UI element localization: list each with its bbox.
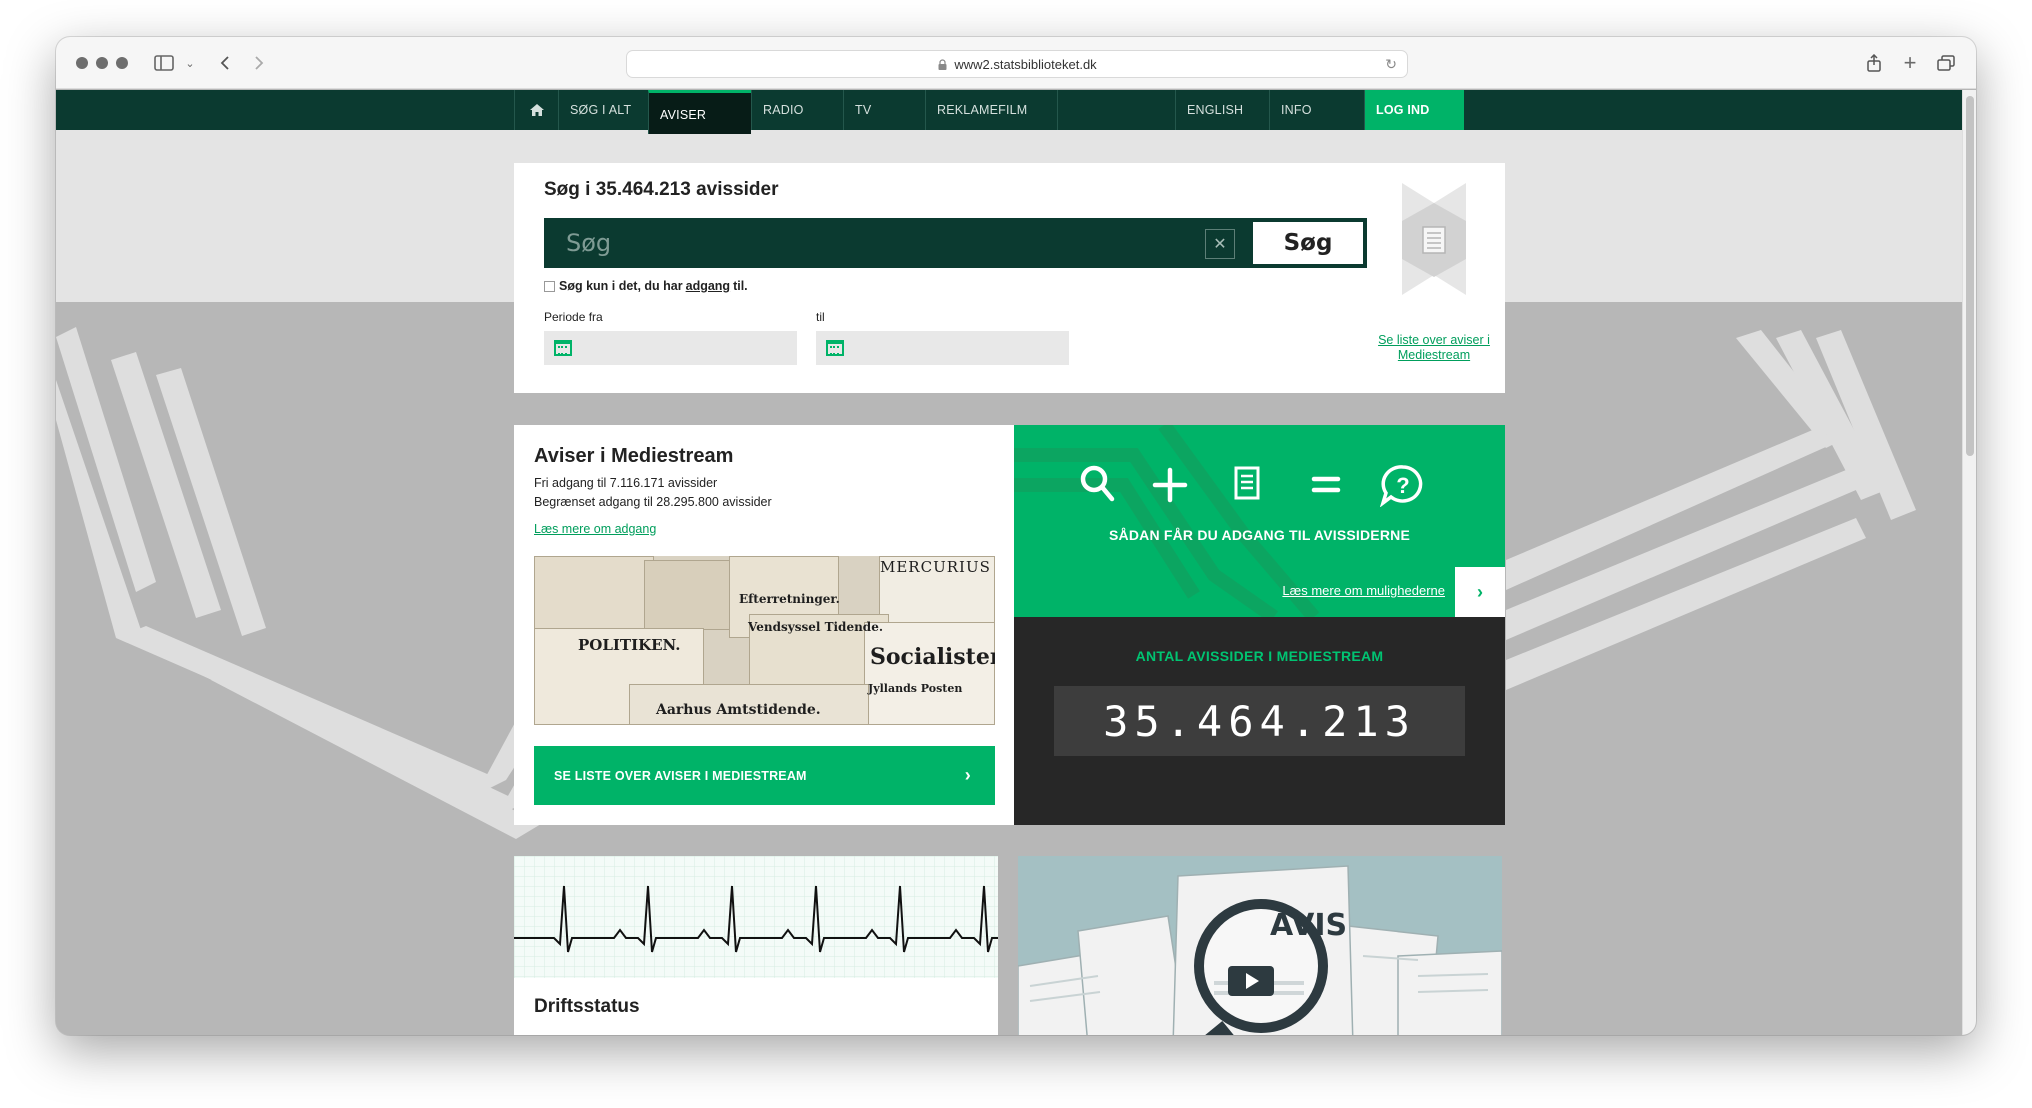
limited-access-count: Begrænset adgang til 28.295.800 avisside… bbox=[534, 495, 772, 509]
read-more-options-link[interactable]: Læs mere om mulighederne bbox=[1282, 583, 1445, 598]
page-counter-panel: ANTAL AVISSIDER I MEDIESTREAM 35.464.213 bbox=[1014, 617, 1505, 825]
masthead-mercurius: MERCURIUS bbox=[880, 558, 991, 576]
lock-icon bbox=[938, 58, 947, 70]
page-counter-value: 35.464.213 bbox=[1054, 686, 1465, 756]
access-only-checkbox-row: Søg kun i det, du har adgang til. bbox=[544, 279, 748, 293]
search-input[interactable] bbox=[546, 220, 1206, 266]
nav-label: ENGLISH bbox=[1187, 103, 1244, 117]
zoom-window-button[interactable] bbox=[116, 57, 128, 69]
calendar-icon[interactable] bbox=[554, 340, 572, 356]
period-from-label: Periode fra bbox=[544, 310, 603, 324]
read-more-access-link[interactable]: Læs mere om adgang bbox=[534, 522, 656, 536]
masthead-socialisten: Socialisten. bbox=[870, 644, 995, 670]
forward-icon[interactable] bbox=[247, 51, 271, 75]
access-heading: SÅDAN FÅR DU ADGANG TIL AVISSIDERNE bbox=[1108, 527, 1410, 543]
see-newspaper-list-link[interactable]: Se liste over aviser i Mediestream bbox=[1374, 333, 1494, 363]
access-link[interactable]: adgang bbox=[686, 279, 730, 293]
newspapers-title: Aviser i Mediestream bbox=[534, 445, 734, 467]
site-nav: SØG I ALT AVISER RADIO TV REKLAMEFILM EN… bbox=[56, 90, 1962, 134]
nav-label: INFO bbox=[1281, 103, 1312, 117]
home-icon bbox=[529, 104, 544, 116]
search-title: Søg i 35.464.213 avissider bbox=[544, 179, 779, 200]
free-access-count: Fri adgang til 7.116.171 avissider bbox=[534, 476, 718, 490]
page-scrollbar[interactable] bbox=[1962, 90, 1976, 1035]
nav-label: SØG I ALT bbox=[570, 103, 632, 117]
nav-info[interactable]: INFO bbox=[1269, 90, 1364, 130]
nav-label: REKLAMEFILM bbox=[937, 103, 1028, 117]
clear-search-icon[interactable]: ✕ bbox=[1205, 229, 1235, 259]
browser-toolbar: ⌄ www2.statsbiblioteket.dk ↻ + bbox=[56, 37, 1976, 89]
address-bar[interactable]: www2.statsbiblioteket.dk ↻ bbox=[626, 50, 1408, 78]
page-viewport: SØG I ALT AVISER RADIO TV REKLAMEFILM EN… bbox=[56, 90, 1962, 1035]
access-text: Søg kun i det, du har bbox=[559, 279, 683, 293]
window-controls[interactable] bbox=[76, 57, 128, 69]
nav-label: LOG IND bbox=[1376, 103, 1430, 117]
period-to-label: til bbox=[816, 310, 825, 324]
newspaper-collage: POLITIKEN. MERCURIUS Vendsyssel Tidende.… bbox=[534, 556, 995, 725]
status-title: Driftsstatus bbox=[534, 996, 640, 1017]
nav-tv[interactable]: TV bbox=[843, 90, 925, 130]
tab-overview-icon[interactable] bbox=[1934, 51, 1958, 75]
search-button[interactable]: Søg bbox=[1253, 222, 1363, 264]
masthead-politiken: POLITIKEN. bbox=[578, 636, 681, 654]
video-illustration bbox=[1018, 865, 1502, 1035]
newspapers-card: Aviser i Mediestream Fri adgang til 7.11… bbox=[514, 425, 1014, 825]
chevron-right-icon: › bbox=[964, 765, 971, 785]
reload-icon[interactable]: ↻ bbox=[1385, 56, 1397, 73]
calendar-icon[interactable] bbox=[826, 340, 844, 356]
chevron-down-icon[interactable]: ⌄ bbox=[178, 51, 202, 75]
period-to-field[interactable] bbox=[816, 331, 1069, 365]
access-info-panel: ? SÅDAN FÅR DU ADGANG TIL AVISSIDERNE Læ… bbox=[1014, 425, 1505, 617]
status-card: Driftsstatus bbox=[514, 856, 998, 1035]
see-newspaper-list-button[interactable]: SE LISTE OVER AVISER I MEDIESTREAM › bbox=[534, 746, 995, 805]
masthead-vendsyssel: Vendsyssel Tidende. bbox=[748, 620, 884, 634]
ecg-graphic bbox=[514, 856, 998, 978]
nav-login[interactable]: LOG IND bbox=[1364, 90, 1464, 130]
close-window-button[interactable] bbox=[76, 57, 88, 69]
search-card: Søg i 35.464.213 avissider ✕ Søg Søg kun… bbox=[514, 163, 1505, 393]
newspaper-doc-icon bbox=[1402, 183, 1466, 295]
access-arrow-button[interactable]: › bbox=[1455, 567, 1505, 617]
search-box: ✕ Søg bbox=[544, 218, 1367, 268]
nav-english[interactable]: ENGLISH bbox=[1175, 90, 1269, 130]
url-text: www2.statsbiblioteket.dk bbox=[954, 56, 1097, 72]
nav-label: RADIO bbox=[763, 103, 804, 117]
nav-home[interactable] bbox=[514, 90, 558, 130]
access-text-end: til. bbox=[733, 279, 748, 293]
sidebar-toggle-icon[interactable] bbox=[152, 51, 176, 75]
period-from-field[interactable] bbox=[544, 331, 797, 365]
masthead-aarhus: Aarhus Amtstidende. bbox=[656, 702, 821, 718]
nav-label: AVISER bbox=[660, 108, 707, 122]
nav-label: TV bbox=[855, 103, 872, 117]
access-only-checkbox[interactable] bbox=[544, 280, 555, 292]
masthead-efterretninger: Efterretninger. bbox=[739, 592, 840, 606]
video-card[interactable]: AVIS bbox=[1018, 856, 1502, 1035]
chevron-right-icon: › bbox=[1477, 581, 1483, 602]
counter-heading: ANTAL AVISSIDER I MEDIESTREAM bbox=[1135, 648, 1384, 664]
list-button-label: SE LISTE OVER AVISER I MEDIESTREAM bbox=[554, 768, 807, 783]
nav-commercials[interactable]: REKLAMEFILM bbox=[925, 90, 1058, 130]
svg-text:?: ? bbox=[1396, 473, 1409, 498]
masthead-jyllands: Jyllands Posten bbox=[868, 682, 963, 695]
access-steps-icons: ? bbox=[1080, 465, 1423, 507]
video-avis-label: AVIS bbox=[1270, 908, 1348, 943]
minimize-window-button[interactable] bbox=[96, 57, 108, 69]
nav-search-all[interactable]: SØG I ALT bbox=[558, 90, 648, 130]
back-icon[interactable] bbox=[213, 51, 237, 75]
scrollbar-thumb[interactable] bbox=[1966, 96, 1974, 456]
share-icon[interactable] bbox=[1862, 51, 1886, 75]
browser-window: ⌄ www2.statsbiblioteket.dk ↻ + SØG I ALT… bbox=[56, 37, 1976, 1035]
nav-radio[interactable]: RADIO bbox=[751, 90, 843, 130]
new-tab-icon[interactable]: + bbox=[1898, 50, 1922, 75]
nav-newspapers[interactable]: AVISER bbox=[648, 90, 751, 134]
